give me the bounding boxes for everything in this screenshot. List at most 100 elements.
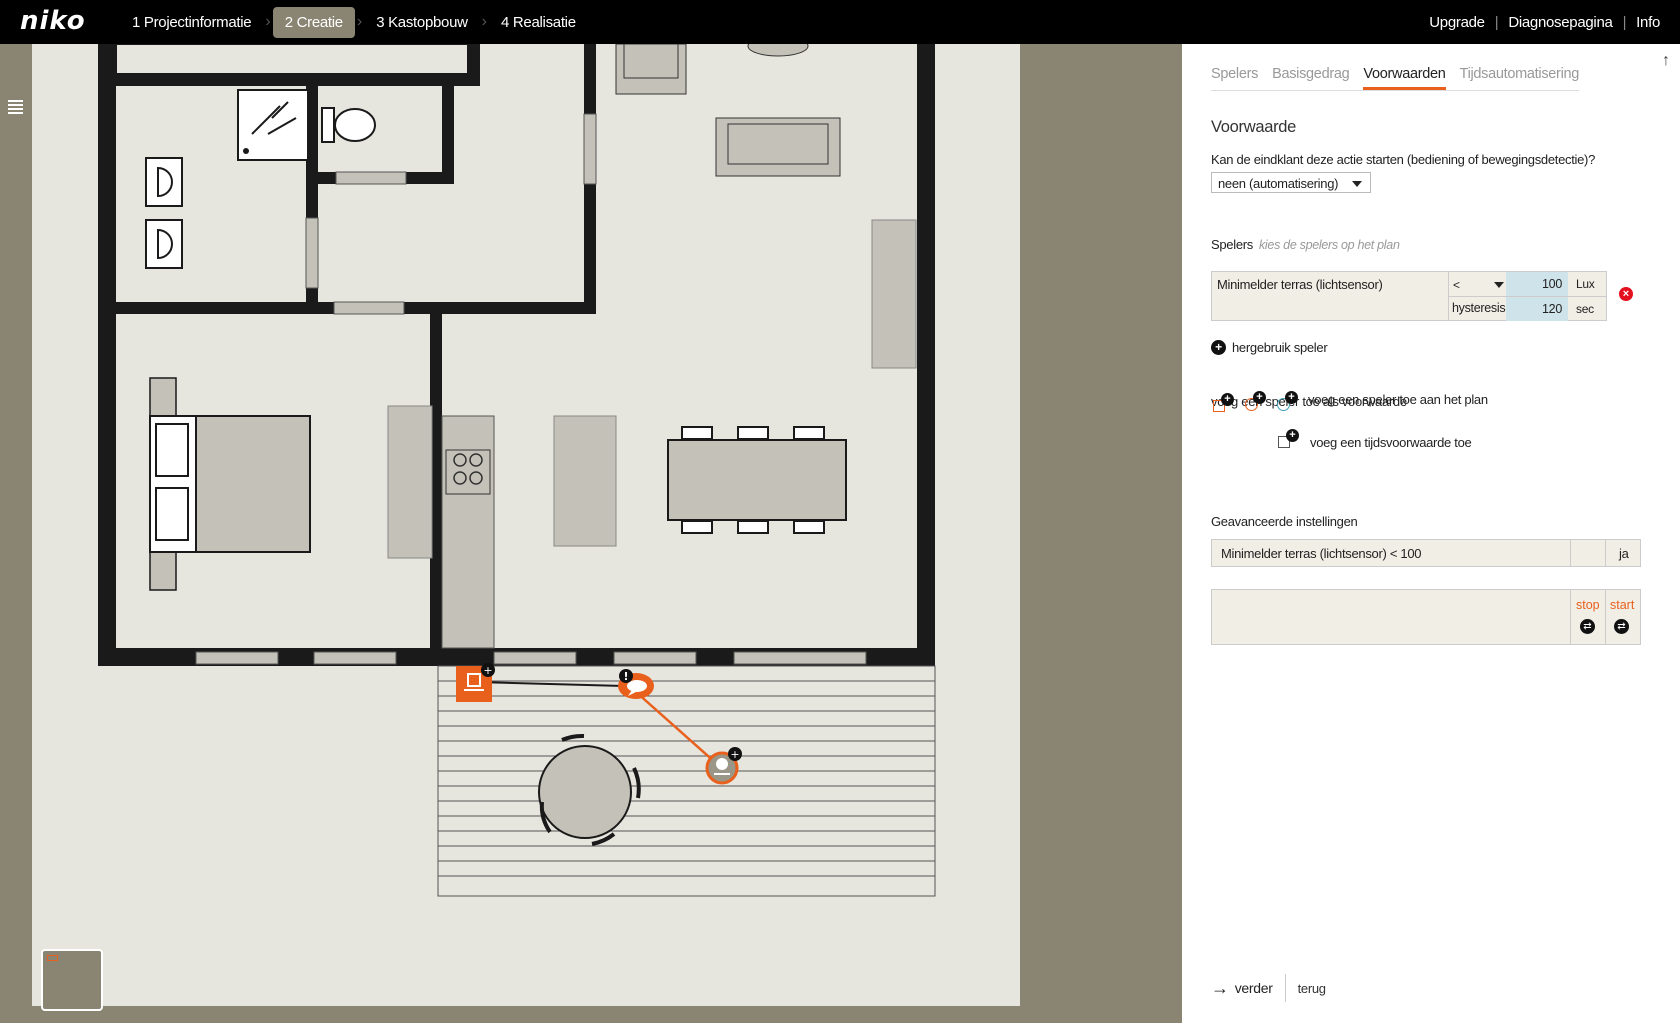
next-label: verder bbox=[1234, 980, 1273, 996]
hysteresis-label: hysteresis bbox=[1452, 301, 1506, 315]
start-question: Kan de eindklant deze actie starten (bed… bbox=[1211, 152, 1596, 167]
caret-down-icon[interactable] bbox=[1494, 282, 1504, 288]
chevron-right-icon: › bbox=[481, 13, 487, 30]
divider: | bbox=[1622, 13, 1627, 31]
list-menu-icon[interactable] bbox=[8, 100, 23, 116]
spelers-hint: kies de spelers op het plan bbox=[1258, 238, 1400, 252]
chevron-right-icon: › bbox=[356, 13, 363, 30]
wardrobe bbox=[387, 405, 433, 559]
window bbox=[613, 651, 697, 665]
advanced-actions-box: stop start ⇄ ⇄ bbox=[1211, 589, 1641, 645]
wall-top-room-east bbox=[468, 44, 480, 86]
step-navigation: 1 Projectinformatie › 2 Creatie › 3 Kast… bbox=[120, 0, 588, 44]
round-table bbox=[538, 745, 632, 839]
plus-icon: + bbox=[1211, 340, 1226, 355]
hysteresis-unit: sec bbox=[1576, 302, 1594, 316]
properties-panel: ↑ Spelers Basisgedrag Voorwaarden Tijdsa… bbox=[1182, 44, 1680, 1023]
cooktop bbox=[445, 449, 491, 495]
kitchen-island bbox=[553, 415, 617, 547]
reuse-player-label: hergebruik speler bbox=[1232, 340, 1328, 355]
add-circle-player-icon[interactable]: + bbox=[1243, 390, 1266, 412]
section-title: Voorwaarde bbox=[1211, 118, 1297, 136]
wall-west bbox=[98, 44, 116, 666]
dining-table bbox=[667, 439, 847, 521]
tab-spelers[interactable]: Spelers bbox=[1211, 58, 1258, 90]
player-condition-row: Minimelder terras (lichtsensor) < hyster… bbox=[1211, 271, 1607, 321]
remove-player-icon[interactable]: × bbox=[1619, 287, 1633, 301]
tab-basisgedrag[interactable]: Basisgedrag bbox=[1272, 58, 1350, 90]
tab-voorwaarden[interactable]: Voorwaarden bbox=[1363, 58, 1446, 90]
cabinet bbox=[871, 219, 917, 369]
window bbox=[493, 651, 577, 665]
back-button[interactable]: terug bbox=[1298, 981, 1326, 996]
hysteresis-value-input[interactable]: 120 bbox=[1506, 297, 1568, 321]
divider bbox=[1570, 590, 1571, 644]
add-sensor-player-icon[interactable]: + bbox=[1275, 390, 1298, 412]
add-time-condition-link[interactable]: voeg een tijdsvoorwaarde toe bbox=[1310, 435, 1472, 450]
stop-label: stop bbox=[1576, 598, 1600, 612]
threshold-unit: Lux bbox=[1576, 277, 1595, 291]
caret-down-icon bbox=[1352, 181, 1362, 187]
reuse-player-button[interactable]: + hergebruik speler bbox=[1211, 340, 1328, 355]
info-link[interactable]: Info bbox=[1636, 14, 1660, 31]
top-right-links: Upgrade | Diagnosepagina | Info bbox=[1429, 0, 1660, 44]
threshold-value-input[interactable]: 100 bbox=[1506, 272, 1568, 296]
divider bbox=[1605, 540, 1606, 566]
upgrade-link[interactable]: Upgrade bbox=[1429, 14, 1485, 31]
advanced-condition-text: Minimelder terras (lichtsensor) < 100 bbox=[1221, 546, 1422, 561]
step-realisatie[interactable]: 4 Realisatie bbox=[489, 7, 588, 38]
top-room bbox=[115, 44, 469, 75]
wall-top-room bbox=[116, 74, 468, 86]
add-time-condition-icon[interactable]: + bbox=[1276, 428, 1299, 450]
advanced-ja-value[interactable]: ja bbox=[1619, 546, 1629, 561]
advanced-condition-row: Minimelder terras (lichtsensor) < 100 ja bbox=[1211, 539, 1641, 567]
arrow-up-icon[interactable]: ↑ bbox=[1662, 52, 1670, 70]
arrow-right-icon: → bbox=[1211, 977, 1229, 998]
wall-east bbox=[917, 44, 935, 666]
top-navigation-bar: niko 1 Projectinformatie › 2 Creatie › 3… bbox=[0, 0, 1680, 44]
spelers-heading: Spelers kies de spelers op het plan bbox=[1211, 237, 1400, 252]
add-player-on-plan-link[interactable]: voeg een speler toe aan het plan bbox=[1308, 392, 1488, 407]
select-value: neen (automatisering) bbox=[1218, 176, 1339, 191]
swap-stop-icon[interactable]: ⇄ bbox=[1580, 619, 1595, 634]
niko-logo[interactable]: niko bbox=[20, 6, 86, 36]
divider bbox=[1605, 590, 1606, 644]
wall-wc-east bbox=[442, 86, 454, 184]
diagnosepagina-link[interactable]: Diagnosepagina bbox=[1508, 14, 1613, 31]
door bbox=[335, 171, 407, 185]
sink bbox=[145, 219, 183, 269]
toilet bbox=[334, 108, 376, 142]
start-mode-select[interactable]: neen (automatisering) bbox=[1211, 172, 1371, 193]
divider bbox=[1284, 974, 1286, 1002]
door bbox=[333, 301, 405, 315]
step-kastopbouw[interactable]: 3 Kastopbouw bbox=[364, 7, 479, 38]
panel-footer: → verder terug bbox=[1211, 974, 1326, 1002]
step-creatie[interactable]: 2 Creatie bbox=[272, 6, 355, 38]
chevron-right-icon: › bbox=[265, 13, 271, 30]
svg-text:+: + bbox=[483, 664, 492, 677]
door bbox=[305, 217, 319, 289]
add-square-player-icon[interactable]: + bbox=[1211, 392, 1234, 414]
svg-text:+: + bbox=[730, 748, 739, 761]
floor-plan-canvas[interactable]: + ! + bbox=[32, 44, 1182, 1023]
step-projectinformatie[interactable]: 1 Projectinformatie bbox=[120, 7, 263, 38]
swap-start-icon[interactable]: ⇄ bbox=[1614, 619, 1629, 634]
divider: | bbox=[1494, 13, 1499, 31]
window bbox=[195, 651, 279, 665]
player-name: Minimelder terras (lichtsensor) bbox=[1217, 277, 1383, 292]
window bbox=[733, 651, 867, 665]
operator-select[interactable]: < bbox=[1453, 278, 1460, 292]
tab-tijdsautomatisering[interactable]: Tijdsautomatisering bbox=[1460, 58, 1580, 90]
left-sidebar bbox=[0, 44, 32, 1023]
spelers-label: Spelers bbox=[1211, 237, 1253, 252]
start-label: start bbox=[1610, 598, 1635, 612]
floor-plan-drawing: + ! + bbox=[32, 44, 1020, 1006]
svg-text:!: ! bbox=[623, 670, 628, 683]
minimap-thumbnail[interactable] bbox=[41, 949, 103, 1011]
terrace-deck bbox=[437, 665, 936, 897]
next-button[interactable]: → verder bbox=[1211, 978, 1273, 999]
sink bbox=[145, 157, 183, 207]
window bbox=[583, 113, 597, 185]
advanced-settings-label: Geavanceerde instellingen bbox=[1211, 514, 1358, 529]
panel-tabs: Spelers Basisgedrag Voorwaarden Tijdsaut… bbox=[1211, 58, 1579, 91]
